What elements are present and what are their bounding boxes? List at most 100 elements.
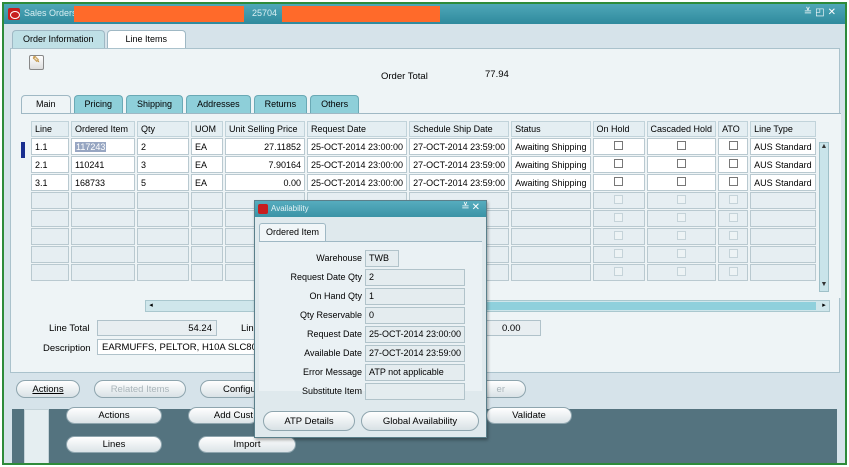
empty-cell[interactable]: [71, 264, 135, 281]
empty-cell[interactable]: [511, 192, 591, 209]
edit-icon[interactable]: [29, 55, 44, 70]
request-date-field[interactable]: 25-OCT-2014 23:00:00: [365, 326, 465, 343]
tab-addresses[interactable]: Addresses: [186, 95, 251, 113]
col-header-ordered-item[interactable]: Ordered Item: [71, 121, 135, 137]
empty-cell[interactable]: [137, 210, 189, 227]
cell-unit-selling-price[interactable]: 27.11852: [225, 138, 305, 155]
ato-checkbox[interactable]: [728, 267, 738, 276]
window-controls[interactable]: ≚◰✕: [804, 7, 839, 18]
cell-request-date[interactable]: 25-OCT-2014 23:00:00: [307, 156, 408, 173]
cell-line[interactable]: 1.1: [31, 138, 69, 155]
scroll-left-icon[interactable]: ◂: [146, 301, 156, 309]
cell-request-date[interactable]: 25-OCT-2014 23:00:00: [307, 138, 408, 155]
empty-cell[interactable]: [137, 246, 189, 263]
cell-schedule-ship-date[interactable]: 27-OCT-2014 23:59:00: [409, 138, 510, 155]
empty-cell[interactable]: [750, 210, 816, 227]
restore-icon[interactable]: ≚: [461, 202, 471, 213]
scroll-thumb[interactable]: [486, 302, 816, 310]
lower-actions-button[interactable]: Actions: [66, 407, 162, 424]
empty-cell[interactable]: [592, 192, 645, 209]
cell-ato[interactable]: [718, 174, 749, 191]
empty-cell[interactable]: [592, 228, 645, 245]
cascaded-hold-checkbox[interactable]: [676, 213, 686, 222]
col-header-ato[interactable]: ATO: [718, 121, 749, 137]
table-row[interactable]: 2.1 110241 3 EA 7.90164 25-OCT-2014 23:0…: [31, 156, 816, 173]
col-header-schedule-ship-date[interactable]: Schedule Ship Date: [409, 121, 510, 137]
lines-button[interactable]: Lines: [66, 436, 162, 453]
tab-order-information[interactable]: Order Information: [12, 30, 105, 48]
empty-cell[interactable]: [191, 246, 223, 263]
empty-cell[interactable]: [592, 246, 645, 263]
cell-unit-selling-price[interactable]: 7.90164: [225, 156, 305, 173]
cascaded-hold-checkbox[interactable]: [676, 249, 686, 258]
col-header-uom[interactable]: UOM: [191, 121, 223, 137]
cell-line-type[interactable]: AUS Standard: [750, 156, 816, 173]
cell-ordered-item[interactable]: 110241: [71, 156, 135, 173]
empty-cell[interactable]: [511, 264, 591, 281]
cascaded-hold-checkbox[interactable]: [676, 141, 686, 150]
ato-checkbox[interactable]: [728, 195, 738, 204]
ato-checkbox[interactable]: [728, 159, 738, 168]
on-hold-checkbox[interactable]: [614, 267, 624, 276]
cascaded-hold-checkbox[interactable]: [676, 159, 686, 168]
cell-ordered-item[interactable]: 168733: [71, 174, 135, 191]
qty-reservable-field[interactable]: 0: [365, 307, 465, 324]
empty-cell[interactable]: [646, 264, 717, 281]
empty-cell[interactable]: [31, 264, 69, 281]
col-header-unit-selling-price[interactable]: Unit Selling Price: [225, 121, 305, 137]
dialog-window-controls[interactable]: ≚✕: [461, 202, 482, 213]
cell-on-hold[interactable]: [592, 156, 645, 173]
empty-cell[interactable]: [646, 210, 717, 227]
ato-checkbox[interactable]: [728, 231, 738, 240]
cascaded-hold-checkbox[interactable]: [676, 195, 686, 204]
tab-others[interactable]: Others: [310, 95, 360, 113]
on-hold-checkbox[interactable]: [614, 159, 624, 168]
table-row[interactable]: 3.1 168733 5 EA 0.00 25-OCT-2014 23:00:0…: [31, 174, 816, 191]
on-hold-checkbox[interactable]: [614, 249, 624, 258]
empty-cell[interactable]: [191, 210, 223, 227]
col-header-request-date[interactable]: Request Date: [307, 121, 408, 137]
cascaded-hold-checkbox[interactable]: [676, 267, 686, 276]
empty-cell[interactable]: [511, 246, 591, 263]
cell-line[interactable]: 2.1: [31, 156, 69, 173]
empty-cell[interactable]: [750, 228, 816, 245]
empty-cell[interactable]: [646, 246, 717, 263]
on-hold-checkbox[interactable]: [614, 177, 624, 186]
tab-shipping[interactable]: Shipping: [126, 95, 184, 113]
cell-ato[interactable]: [718, 156, 749, 173]
cell-status[interactable]: Awaiting Shipping: [511, 174, 591, 191]
cell-uom[interactable]: EA: [191, 156, 223, 173]
cell-line-type[interactable]: AUS Standard: [750, 174, 816, 191]
on-hand-qty-field[interactable]: 1: [365, 288, 465, 305]
cell-ato[interactable]: [718, 138, 749, 155]
on-hold-checkbox[interactable]: [614, 195, 624, 204]
global-availability-button[interactable]: Global Availability: [361, 411, 479, 431]
empty-cell[interactable]: [137, 264, 189, 281]
empty-cell[interactable]: [718, 228, 749, 245]
empty-cell[interactable]: [191, 264, 223, 281]
empty-cell[interactable]: [511, 210, 591, 227]
cell-unit-selling-price[interactable]: 0.00: [225, 174, 305, 191]
tab-returns[interactable]: Returns: [253, 95, 308, 113]
cell-schedule-ship-date[interactable]: 27-OCT-2014 23:59:00: [409, 174, 510, 191]
validate-button[interactable]: Validate: [486, 407, 572, 424]
close-icon[interactable]: ✕: [472, 202, 482, 213]
ato-checkbox[interactable]: [728, 213, 738, 222]
col-header-line[interactable]: Line: [31, 121, 69, 137]
empty-cell[interactable]: [31, 192, 69, 209]
empty-cell[interactable]: [718, 246, 749, 263]
minimize-icon[interactable]: ≚: [804, 7, 815, 18]
cell-on-hold[interactable]: [592, 138, 645, 155]
empty-cell[interactable]: [137, 192, 189, 209]
empty-cell[interactable]: [646, 228, 717, 245]
tab-line-items[interactable]: Line Items: [106, 30, 187, 48]
description-field[interactable]: EARMUFFS, PELTOR, H10A SLC80 3: [97, 339, 261, 355]
cell-cascaded-hold[interactable]: [646, 156, 717, 173]
empty-cell[interactable]: [31, 228, 69, 245]
empty-cell[interactable]: [592, 210, 645, 227]
col-header-qty[interactable]: Qty: [137, 121, 189, 137]
empty-cell[interactable]: [750, 246, 816, 263]
cell-qty[interactable]: 2: [137, 138, 189, 155]
configure-button[interactable]: Configu: [200, 380, 260, 398]
empty-cell[interactable]: [137, 228, 189, 245]
